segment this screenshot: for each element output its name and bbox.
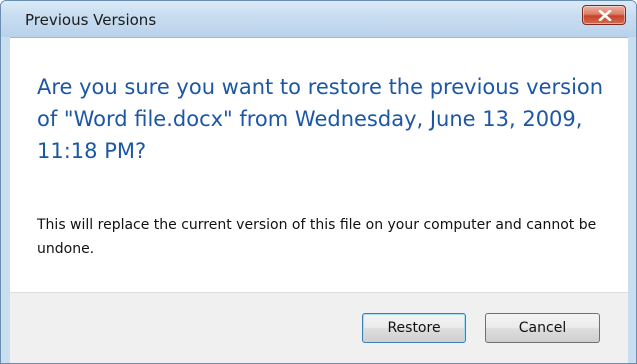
confirmation-description: This will replace the current version of… — [37, 217, 597, 257]
close-icon — [598, 10, 612, 21]
window-title: Previous Versions — [25, 11, 157, 29]
restore-button[interactable]: Restore — [362, 313, 466, 343]
title-bar[interactable]: Previous Versions — [1, 1, 636, 37]
cancel-button[interactable]: Cancel — [485, 313, 600, 343]
close-button[interactable] — [582, 5, 626, 25]
button-bar: Restore Cancel — [10, 292, 628, 363]
previous-versions-dialog: Previous Versions Are you sure you want … — [0, 0, 637, 364]
confirmation-heading: Are you sure you want to restore the pre… — [37, 75, 604, 163]
dialog-content: Are you sure you want to restore the pre… — [10, 37, 628, 292]
